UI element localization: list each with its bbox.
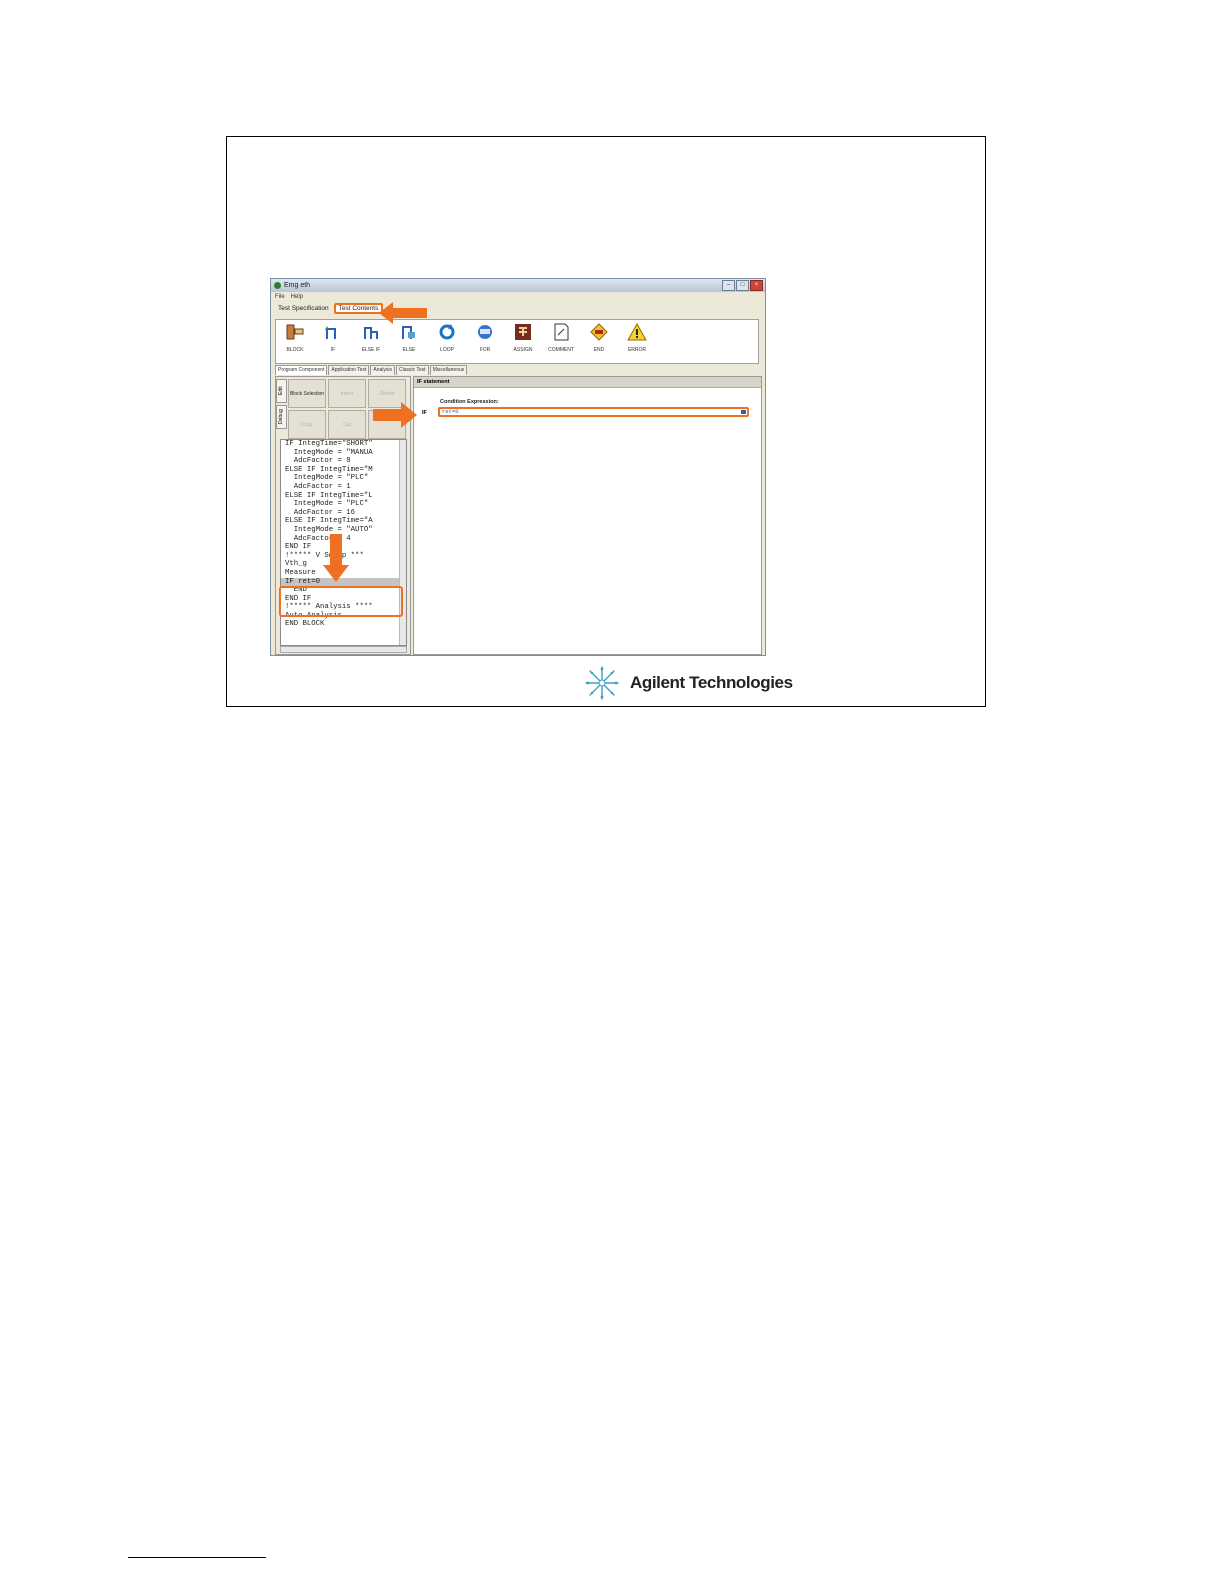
code-line[interactable]: AdcFactor = 16 bbox=[281, 509, 406, 518]
tab-test-specification[interactable]: Test Specification bbox=[275, 303, 332, 313]
code-line[interactable]: END BLOCK bbox=[281, 620, 406, 629]
tool-label: IF bbox=[330, 347, 336, 353]
block-icon bbox=[280, 323, 310, 341]
code-line[interactable]: ELSE IF IntegTime="A bbox=[281, 517, 406, 526]
tab-test-contents[interactable]: Test Contents bbox=[333, 302, 384, 314]
minimize-button[interactable]: – bbox=[722, 280, 735, 291]
menu-bar: File Help bbox=[271, 292, 765, 301]
if-label: IF bbox=[422, 410, 427, 416]
tool-error[interactable]: ERROR bbox=[622, 322, 652, 353]
arrow-to-condition-input bbox=[373, 402, 417, 428]
tab-application-test[interactable]: Application Test bbox=[328, 365, 370, 375]
code-line[interactable]: IntegMode = "PLC" bbox=[281, 500, 406, 509]
end-icon bbox=[584, 323, 614, 341]
tool-for[interactable]: FOR bbox=[470, 323, 500, 353]
tab-classic-test[interactable]: Classic Test bbox=[395, 365, 429, 375]
menu-help[interactable]: Help bbox=[291, 294, 303, 300]
tool-comment[interactable]: COMMENT bbox=[546, 323, 576, 353]
app-icon bbox=[274, 282, 281, 289]
maximize-button[interactable]: □ bbox=[736, 280, 749, 291]
tool-label: ASSIGN bbox=[513, 347, 533, 353]
tool-label: ERROR bbox=[627, 347, 647, 353]
code-line[interactable]: IF IntegTime="SHORT" bbox=[281, 440, 406, 449]
window-title: Emg eth bbox=[284, 282, 311, 289]
main-tabs: Test Specification Test Contents bbox=[271, 301, 765, 315]
tab-program-component[interactable]: Program Component bbox=[275, 365, 328, 375]
arrow-to-test-contents bbox=[379, 302, 427, 324]
condition-value: ret=0 bbox=[442, 408, 459, 415]
tool-label: FOR bbox=[479, 347, 491, 353]
arrow-to-if-statement bbox=[323, 534, 349, 582]
tool-label: BLOCK bbox=[286, 347, 304, 353]
copy-button[interactable]: Copy bbox=[288, 410, 326, 439]
comment-icon bbox=[546, 323, 576, 341]
if-icon bbox=[318, 323, 348, 341]
side-tabs: Edit Debug bbox=[276, 379, 287, 431]
condition-expression-input[interactable]: ret=0 bbox=[438, 407, 749, 417]
code-line[interactable]: ELSE IF IntegTime="L bbox=[281, 492, 406, 501]
component-toolbar: BLOCK IF ELSE IF ELSE LOOP FOR ASSIGN CO… bbox=[275, 319, 759, 364]
slide-frame: Emg eth – □ × File Help Test Specificati… bbox=[226, 136, 986, 707]
component-tabs: Program Component Application Test Analy… bbox=[275, 365, 468, 375]
expression-builder-button[interactable] bbox=[741, 410, 746, 414]
error-icon bbox=[622, 322, 652, 341]
side-tab-edit[interactable]: Edit bbox=[276, 379, 287, 403]
tool-else-if[interactable]: ELSE IF bbox=[356, 323, 386, 353]
cut-button[interactable]: Cut bbox=[328, 410, 366, 439]
else-if-icon bbox=[356, 323, 386, 341]
statement-panel: IF statement Condition Expression: IF re… bbox=[413, 376, 762, 655]
title-bar: Emg eth – □ × bbox=[271, 279, 765, 292]
tool-else[interactable]: ELSE bbox=[394, 323, 424, 353]
tool-end[interactable]: END bbox=[584, 323, 614, 353]
tab-miscellaneous[interactable]: Miscellaneous bbox=[429, 365, 468, 375]
tool-loop[interactable]: LOOP bbox=[432, 323, 462, 353]
close-button[interactable]: × bbox=[750, 280, 763, 291]
condition-label: Condition Expression: bbox=[440, 399, 499, 405]
tool-label: LOOP bbox=[440, 347, 454, 353]
tool-label: ELSE bbox=[402, 347, 416, 353]
tool-label: END bbox=[593, 347, 605, 353]
tab-analysis[interactable]: Analysis bbox=[370, 365, 395, 375]
block-selection-button[interactable]: Block Selection bbox=[288, 379, 326, 408]
logo-text: Agilent Technologies bbox=[630, 673, 793, 692]
tool-block[interactable]: BLOCK bbox=[280, 323, 310, 353]
insert-button[interactable]: Insert bbox=[328, 379, 366, 408]
tool-label: COMMENT bbox=[548, 347, 574, 353]
tool-label: ELSE IF bbox=[361, 347, 381, 353]
side-tab-debug[interactable]: Debug bbox=[276, 405, 287, 429]
code-horizontal-scrollbar[interactable] bbox=[280, 646, 407, 653]
assign-icon bbox=[508, 323, 538, 341]
tool-if[interactable]: IF bbox=[318, 323, 348, 353]
code-line[interactable]: AdcFactor = 8 bbox=[281, 457, 406, 466]
footnote-rule bbox=[128, 1557, 266, 1558]
if-statement-highlight bbox=[279, 586, 403, 617]
for-icon bbox=[470, 323, 500, 341]
code-line[interactable]: IntegMode = "MANUA bbox=[281, 449, 406, 458]
statement-header: IF statement bbox=[414, 377, 761, 388]
else-icon bbox=[394, 323, 424, 341]
agilent-spark-icon bbox=[585, 666, 619, 700]
loop-icon bbox=[432, 323, 462, 341]
code-line[interactable]: ELSE IF IntegTime="M bbox=[281, 466, 406, 475]
tool-assign[interactable]: ASSIGN bbox=[508, 323, 538, 353]
menu-file[interactable]: File bbox=[275, 294, 285, 300]
code-line[interactable]: AdcFactor = 1 bbox=[281, 483, 406, 492]
code-line[interactable]: IntegMode = "PLC" bbox=[281, 474, 406, 483]
agilent-logo: Agilent Technologies bbox=[584, 665, 793, 701]
